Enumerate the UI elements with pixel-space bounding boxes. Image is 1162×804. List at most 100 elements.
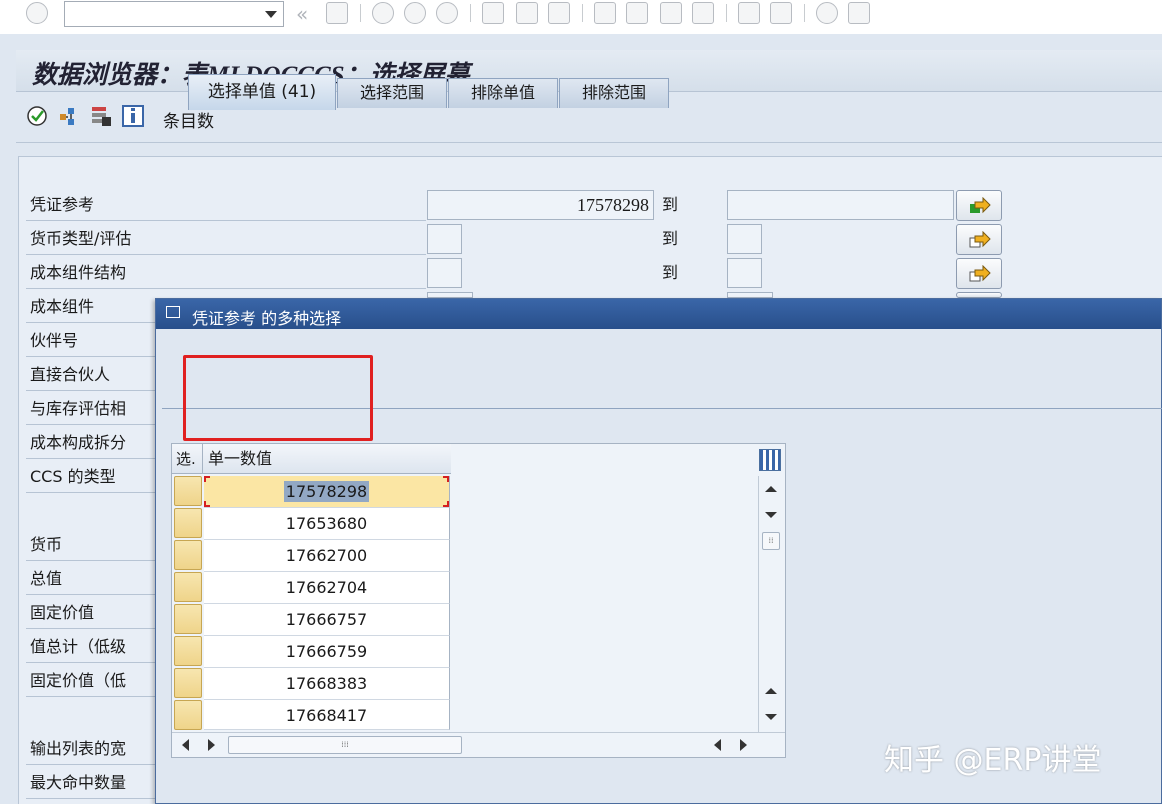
- tab-exclude-ranges[interactable]: 排除范围: [559, 78, 669, 108]
- info-icon[interactable]: [122, 105, 144, 127]
- layout-menu-icon[interactable]: [848, 2, 870, 24]
- row-selector[interactable]: [174, 668, 202, 698]
- table-row-value[interactable]: 17668417: [204, 700, 450, 730]
- field-label: 成本组件: [30, 297, 95, 316]
- field-label: 伙伴号: [30, 331, 79, 350]
- delete-selection-icon[interactable]: [90, 105, 112, 127]
- divider: [26, 254, 426, 255]
- chevron-down-icon[interactable]: [265, 11, 277, 18]
- cost-component-structure-from-input[interactable]: [427, 258, 462, 288]
- divider: [26, 458, 156, 459]
- focus-corner: [204, 476, 210, 482]
- multiple-selection-arrow-icon: [969, 265, 991, 282]
- divider: [26, 390, 156, 391]
- to-label: 到: [662, 195, 679, 214]
- row-selector[interactable]: [174, 540, 202, 570]
- divider: [26, 492, 156, 493]
- shortcut-icon[interactable]: [770, 2, 792, 24]
- field-label: 货币: [30, 535, 63, 554]
- scroll-left-icon[interactable]: [714, 739, 721, 751]
- execute-icon[interactable]: [26, 105, 48, 127]
- dialog-title: 凭证参考 的多种选择: [192, 309, 342, 328]
- divider: [26, 594, 156, 595]
- previous-page-icon[interactable]: [626, 2, 648, 24]
- table-row-value[interactable]: 17662704: [204, 572, 450, 604]
- first-page-icon[interactable]: [594, 2, 616, 24]
- divider: [26, 288, 426, 289]
- horizontal-scrollbar[interactable]: ⁞⁞⁞: [172, 732, 785, 756]
- dialog-titlebar[interactable]: 凭证参考 的多种选择: [156, 299, 1161, 329]
- field-label: 最大命中数量: [30, 773, 127, 792]
- row-selector[interactable]: [174, 572, 202, 602]
- column-header-single-value[interactable]: 单一数值: [204, 444, 450, 474]
- multiple-selection-button[interactable]: [956, 224, 1002, 255]
- row-selector[interactable]: [174, 636, 202, 666]
- next-page-icon[interactable]: [660, 2, 682, 24]
- command-field[interactable]: [64, 1, 284, 27]
- last-page-icon[interactable]: [692, 2, 714, 24]
- page-down-icon[interactable]: [763, 710, 779, 724]
- row-selector[interactable]: [174, 476, 202, 506]
- table-row-value[interactable]: 17662700: [204, 540, 450, 572]
- tab-select-single-values[interactable]: 选择单值 (41): [188, 74, 336, 110]
- save-icon[interactable]: [326, 2, 348, 24]
- scroll-right-icon[interactable]: [208, 739, 215, 751]
- field-label: 固定价值（低: [30, 671, 127, 690]
- vertical-scroll-thumb[interactable]: ⁞⁞: [762, 532, 780, 550]
- column-header-select[interactable]: 选.: [172, 444, 203, 474]
- field-label: CCS 的类型: [30, 467, 116, 486]
- divider: [26, 560, 156, 561]
- multiple-selection-button[interactable]: [956, 190, 1002, 221]
- field-label: 货币类型/评估: [30, 229, 132, 248]
- new-session-icon[interactable]: [738, 2, 760, 24]
- cost-component-structure-to-input[interactable]: [727, 258, 762, 288]
- table-row-value[interactable]: 17578298: [204, 476, 450, 508]
- currency-type-from-input[interactable]: [427, 224, 462, 254]
- vertical-scrollbar[interactable]: ⁞⁞: [758, 476, 782, 732]
- tab-exclude-single-values[interactable]: 排除单值: [448, 78, 558, 108]
- field-label: 输出列表的宽: [30, 739, 127, 758]
- multiple-selection-arrow-icon: [970, 197, 991, 214]
- divider: [26, 356, 156, 357]
- scroll-right-icon[interactable]: [740, 739, 747, 751]
- currency-type-to-input[interactable]: [727, 224, 762, 254]
- scroll-down-icon[interactable]: [763, 508, 779, 522]
- focus-corner: [443, 501, 449, 507]
- print-icon[interactable]: [482, 2, 504, 24]
- help-icon[interactable]: [816, 2, 838, 24]
- document-reference-to-input[interactable]: [727, 190, 954, 220]
- field-label: 与库存评估相: [30, 399, 127, 418]
- table-row-value[interactable]: 17653680: [204, 508, 450, 540]
- table-header: 选. 单一数值: [172, 444, 451, 474]
- double-left-arrow-icon[interactable]: «: [296, 2, 318, 26]
- field-label: 成本构成拆分: [30, 433, 127, 452]
- cancel-icon[interactable]: [436, 2, 458, 24]
- find-next-icon[interactable]: [548, 2, 570, 24]
- page-up-icon[interactable]: [763, 684, 779, 698]
- scroll-left-icon[interactable]: [182, 739, 189, 751]
- row-selector[interactable]: [174, 700, 202, 730]
- scroll-up-icon[interactable]: [763, 482, 779, 496]
- multiple-selection-button[interactable]: [956, 258, 1002, 289]
- back-icon[interactable]: [372, 2, 394, 24]
- enter-icon[interactable]: [26, 2, 48, 24]
- table-row-value[interactable]: 17666757: [204, 604, 450, 636]
- exit-icon[interactable]: [404, 2, 426, 24]
- number-of-entries-button[interactable]: 条目数: [163, 107, 214, 132]
- row-selector[interactable]: [174, 508, 202, 538]
- divider: [26, 322, 156, 323]
- document-reference-from-input[interactable]: 17578298: [427, 190, 654, 220]
- selection-options-icon[interactable]: [58, 105, 80, 127]
- find-icon[interactable]: [516, 2, 538, 24]
- field-label: 值总计（低级: [30, 637, 127, 656]
- divider: [26, 628, 156, 629]
- table-settings-icon[interactable]: [759, 449, 781, 471]
- horizontal-scroll-thumb[interactable]: ⁞⁞⁞: [228, 736, 462, 754]
- row-selector[interactable]: [174, 604, 202, 634]
- dialog-window-icon: [166, 306, 180, 318]
- tab-select-ranges[interactable]: 选择范围: [337, 78, 447, 108]
- table-row-value[interactable]: 17666759: [204, 636, 450, 668]
- table-cell-value[interactable]: 17578298: [283, 481, 370, 502]
- table-row-value[interactable]: 17668383: [204, 668, 450, 700]
- divider: [26, 424, 156, 425]
